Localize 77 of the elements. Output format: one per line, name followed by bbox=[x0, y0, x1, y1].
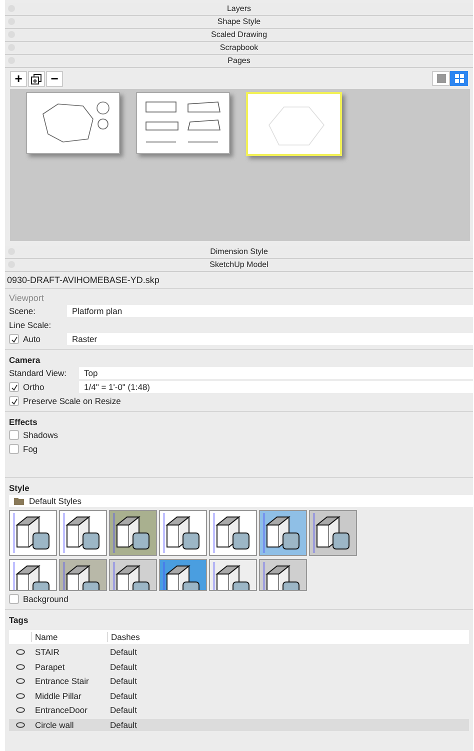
panel-header[interactable]: Scrapbook bbox=[5, 42, 473, 55]
square-icon bbox=[436, 74, 446, 83]
style-thumbnail[interactable] bbox=[209, 510, 257, 556]
table-cell-text: Default bbox=[109, 676, 137, 686]
duplicate-icon bbox=[31, 74, 42, 84]
tag-row[interactable]: EntranceDoor Default bbox=[9, 704, 469, 716]
panel-header[interactable]: Shape Style bbox=[5, 16, 473, 29]
background-checkbox[interactable] bbox=[9, 594, 19, 604]
page-thumbnail[interactable] bbox=[136, 92, 230, 154]
checkbox-label: Preserve Scale on Resize bbox=[23, 396, 121, 406]
section-title: Tags bbox=[9, 614, 30, 625]
checkbox-label: Shadows bbox=[23, 430, 58, 440]
checkbox-label: Fog bbox=[23, 444, 38, 454]
style-thumbnail[interactable] bbox=[9, 510, 57, 556]
section-title: Effects bbox=[9, 416, 38, 427]
panel-header[interactable]: SketchUp Model bbox=[5, 259, 473, 272]
scene-dropdown[interactable]: Platform plan bbox=[67, 305, 473, 317]
style-thumbnail[interactable] bbox=[209, 559, 257, 591]
model-filename: 0930-DRAFT-AVIHOMEBASE-YD.skp bbox=[5, 272, 473, 289]
table-cell-text: Default bbox=[109, 690, 137, 701]
table-cell-text: Default bbox=[109, 705, 137, 716]
style-thumbnail[interactable] bbox=[159, 559, 207, 591]
line-scale-dropdown[interactable]: Raster bbox=[67, 333, 473, 345]
style-thumbnail[interactable] bbox=[59, 559, 107, 591]
style-thumbnail[interactable] bbox=[259, 559, 307, 591]
checkbox-label: Background bbox=[23, 594, 68, 604]
table-cell-text: Default bbox=[109, 720, 137, 730]
auto-checkbox[interactable] bbox=[9, 334, 19, 344]
style-thumbnail[interactable] bbox=[109, 559, 157, 591]
section-title: Viewport bbox=[9, 292, 45, 303]
section-title: Camera bbox=[9, 354, 42, 365]
style-thumbnail[interactable] bbox=[309, 510, 357, 556]
column-header[interactable]: Dashes bbox=[107, 632, 140, 642]
field-label: Line Scale: bbox=[9, 319, 52, 331]
style-collection-dropdown[interactable]: Default Styles bbox=[9, 495, 473, 507]
ortho-checkbox[interactable] bbox=[9, 382, 19, 392]
grid-view-button[interactable] bbox=[450, 71, 468, 86]
scale-dropdown[interactable]: 1/4" = 1'-0" (1:48) bbox=[79, 381, 473, 393]
table-cell-text: Default bbox=[109, 647, 137, 658]
field-label: Standard View: bbox=[9, 368, 68, 378]
table-cell-text: STAIR bbox=[34, 647, 60, 658]
preserve-scale-checkbox[interactable] bbox=[9, 396, 19, 406]
tag-row[interactable]: Entrance Stair Default bbox=[9, 675, 469, 688]
style-thumbnail[interactable] bbox=[259, 510, 307, 556]
panel-header[interactable]: Pages bbox=[5, 55, 473, 68]
effect-checkbox[interactable] bbox=[9, 430, 19, 440]
table-cell-text: EntranceDoor bbox=[34, 705, 88, 716]
style-thumbnail[interactable] bbox=[159, 510, 207, 556]
page-thumbnail[interactable] bbox=[26, 92, 120, 154]
style-thumbnail[interactable] bbox=[9, 559, 57, 591]
add-page-button[interactable]: + bbox=[10, 71, 27, 87]
panel-header[interactable]: Scaled Drawing bbox=[5, 29, 473, 42]
duplicate-page-button[interactable] bbox=[28, 71, 45, 87]
table-cell-text: Default bbox=[109, 662, 137, 672]
remove-page-button[interactable]: − bbox=[46, 71, 63, 87]
tag-row[interactable]: Circle wall Default bbox=[9, 718, 469, 731]
field-label: Scene: bbox=[9, 306, 36, 316]
effect-checkbox[interactable] bbox=[9, 444, 19, 454]
tag-row[interactable]: Parapet Default bbox=[9, 660, 469, 673]
panel-header[interactable]: Dimension Style bbox=[5, 246, 473, 259]
checkbox-label: Auto bbox=[23, 334, 40, 344]
tag-row[interactable]: Middle Pillar Default bbox=[9, 690, 469, 702]
table-cell-text: Parapet bbox=[34, 662, 66, 672]
folder-icon bbox=[14, 497, 24, 505]
table-cell-text: Middle Pillar bbox=[34, 690, 82, 701]
section-title: Style bbox=[9, 482, 30, 493]
column-header[interactable]: Name bbox=[31, 632, 107, 642]
style-thumbnail[interactable] bbox=[59, 510, 107, 556]
panel-header[interactable]: Layers bbox=[5, 3, 473, 16]
grid-icon bbox=[454, 74, 464, 83]
table-cell-text: Circle wall bbox=[34, 720, 75, 730]
standard-view-dropdown[interactable]: Top bbox=[79, 367, 473, 379]
tag-row[interactable]: STAIR Default bbox=[9, 646, 469, 658]
list-view-button[interactable] bbox=[432, 71, 450, 86]
style-thumbnail[interactable] bbox=[109, 510, 157, 556]
checkbox-label: Ortho bbox=[23, 382, 44, 392]
table-cell-text: Entrance Stair bbox=[34, 676, 90, 686]
